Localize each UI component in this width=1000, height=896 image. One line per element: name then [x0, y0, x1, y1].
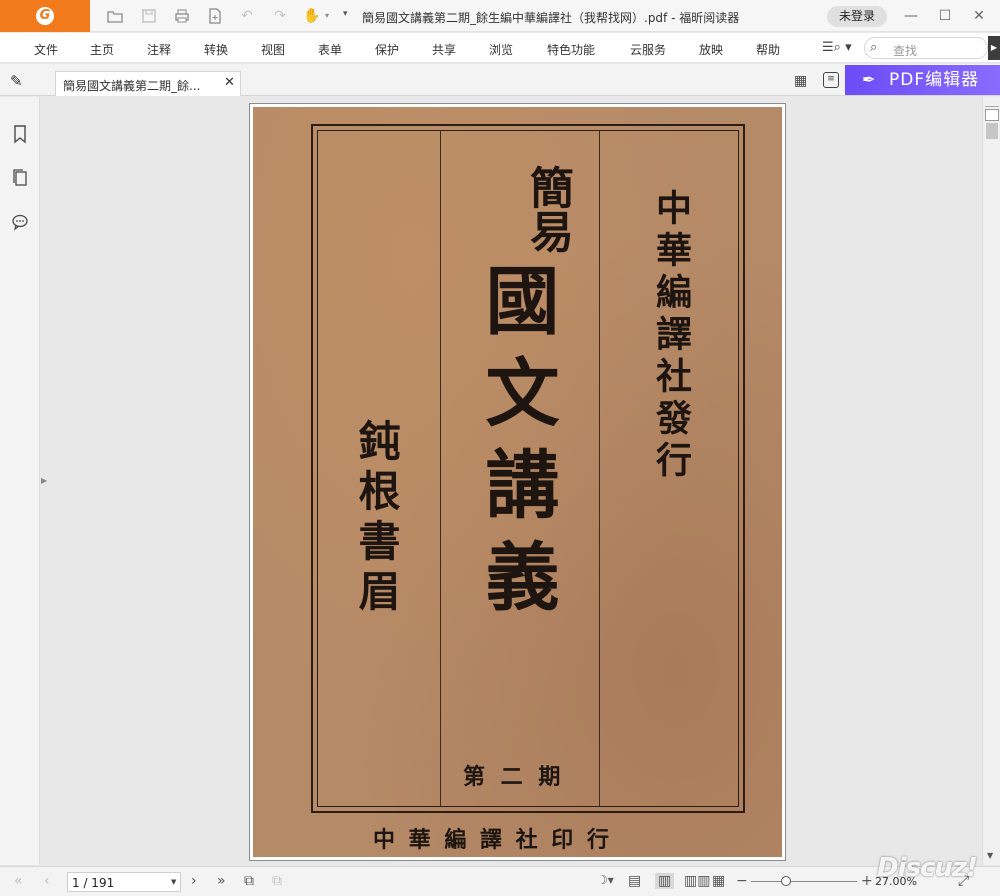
- cover-title-small: 簡易: [522, 165, 573, 253]
- bookmark-icon[interactable]: [10, 124, 30, 144]
- page-number-value: 1 / 191: [72, 876, 115, 890]
- discuz-watermark: Discuz!: [877, 853, 978, 883]
- list-view-icon[interactable]: ≡: [823, 72, 839, 88]
- cover-issue-number: 第 二 期: [463, 764, 565, 790]
- scroll-down-icon[interactable]: ▼: [987, 851, 993, 860]
- extract-page-icon[interactable]: ⧉: [272, 873, 282, 889]
- cover-author-vertical: 鈍根書眉: [352, 419, 401, 619]
- scrollbar-thumb[interactable]: [986, 123, 998, 139]
- menu-home[interactable]: 主页: [90, 41, 114, 58]
- app-logo[interactable]: G: [0, 0, 90, 32]
- search-placeholder: 查找: [893, 44, 918, 58]
- page-dropdown-icon[interactable]: ▼: [171, 878, 176, 886]
- title-bar: G ↶ ↷ ✋ ▾ ▾ 簡易國文講義第二期_餘生編中華編譯社（我帮找网）.pdf…: [0, 0, 1000, 32]
- zoom-slider-thumb[interactable]: [780, 876, 791, 886]
- pdf-page[interactable]: 簡易 國文講義 中華編譯社發行 鈍根書眉 第 二 期 中 華 編 譯 社 印 行: [249, 103, 786, 861]
- redo-icon[interactable]: ↷: [271, 7, 289, 25]
- folder-icon[interactable]: [106, 7, 124, 25]
- new-doc-icon[interactable]: [206, 7, 224, 25]
- continuous-facing-icon[interactable]: ▦: [712, 873, 725, 889]
- menu-comment[interactable]: 注释: [147, 41, 171, 58]
- reading-mode-icon[interactable]: ☽▾: [597, 873, 614, 887]
- scroll-top-edge: [985, 97, 999, 107]
- document-tab[interactable]: 簡易國文講義第二期_餘... ✕: [55, 71, 241, 96]
- grid-view-icon[interactable]: ▦: [794, 73, 807, 89]
- foxit-logo-icon: G: [36, 7, 54, 25]
- menu-help[interactable]: 帮助: [756, 41, 780, 58]
- login-button[interactable]: 未登录: [827, 6, 887, 27]
- cover-title-main: 國文講義: [473, 262, 559, 630]
- rotate-view-icon[interactable]: ⧉: [244, 873, 254, 889]
- hand-dropdown-icon[interactable]: ▾: [318, 7, 336, 25]
- cover-column-rule-right: [599, 131, 600, 806]
- close-window-icon[interactable]: ✕: [969, 6, 989, 26]
- left-sidebar: [0, 97, 40, 865]
- document-tab-label: 簡易國文講義第二期_餘...: [63, 79, 201, 93]
- first-page-icon[interactable]: «: [14, 873, 23, 889]
- pdf-editor-button[interactable]: ✒ PDF编辑器: [845, 65, 1000, 95]
- menu-scroll-right-icon[interactable]: ▶: [988, 36, 1000, 60]
- quick-access-dropdown-icon[interactable]: ▾: [343, 9, 348, 19]
- menu-file[interactable]: 文件: [34, 41, 58, 58]
- print-icon[interactable]: [173, 7, 191, 25]
- search-icon: ⌕: [870, 40, 878, 55]
- menu-browse[interactable]: 浏览: [489, 41, 513, 58]
- cover-column-rule-left: [440, 131, 441, 806]
- pages-icon[interactable]: [10, 168, 30, 188]
- prev-page-icon[interactable]: ‹: [44, 873, 50, 889]
- vertical-scrollbar[interactable]: ▼: [982, 97, 1000, 865]
- continuous-page-icon[interactable]: ▥: [655, 873, 675, 889]
- last-page-icon[interactable]: »: [217, 873, 226, 889]
- menu-features[interactable]: 特色功能: [547, 41, 595, 58]
- menu-form[interactable]: 表单: [318, 41, 342, 58]
- find-icon[interactable]: ☰⌕ ▾: [822, 40, 852, 55]
- cover-publisher-vertical: 中華編譯社發行: [650, 189, 692, 483]
- zoom-slider-track[interactable]: [751, 881, 857, 882]
- book-cover-scan: 簡易 國文講義 中華編譯社發行 鈍根書眉 第 二 期 中 華 編 譯 社 印 行: [253, 107, 782, 857]
- facing-page-icon[interactable]: ▥▥: [684, 873, 710, 889]
- comment-icon[interactable]: [10, 212, 30, 232]
- minimize-icon[interactable]: —: [901, 6, 921, 26]
- zoom-out-icon[interactable]: −: [736, 873, 748, 889]
- maximize-icon[interactable]: ☐: [935, 6, 955, 26]
- pen-icon[interactable]: ✎: [10, 72, 23, 90]
- zoom-in-icon[interactable]: +: [861, 873, 873, 889]
- sidebar-expand-icon[interactable]: ▶: [41, 476, 47, 485]
- menu-protect[interactable]: 保护: [375, 41, 399, 58]
- single-page-icon[interactable]: ▤: [628, 873, 641, 889]
- undo-icon[interactable]: ↶: [238, 7, 256, 25]
- menu-convert[interactable]: 转换: [204, 41, 228, 58]
- pdf-editor-label: PDF编辑器: [889, 70, 980, 90]
- page-number-field[interactable]: 1 / 191 ▼: [67, 872, 181, 892]
- menu-share[interactable]: 共享: [432, 41, 456, 58]
- menu-slideshow[interactable]: 放映: [699, 41, 723, 58]
- pdf-editor-pen-icon: ✒: [862, 70, 876, 89]
- menu-view[interactable]: 视图: [261, 41, 285, 58]
- save-icon[interactable]: [140, 7, 158, 25]
- search-input[interactable]: ⌕ 查找: [864, 37, 988, 59]
- status-bar: « ‹ 1 / 191 ▼ › » ⧉ ⧉ ☽▾ ▤ ▥ ▥▥ ▦ − + 27…: [0, 866, 1000, 896]
- window-title: 簡易國文講義第二期_餘生編中華編譯社（我帮找网）.pdf - 福昕阅读器: [362, 11, 740, 25]
- cover-bottom-publisher: 中 華 編 譯 社 印 行: [373, 827, 612, 853]
- scroll-up-button[interactable]: [985, 109, 999, 121]
- close-tab-icon[interactable]: ✕: [224, 75, 235, 90]
- next-page-icon[interactable]: ›: [191, 873, 197, 889]
- foxit-reader-window: G ↶ ↷ ✋ ▾ ▾ 簡易國文講義第二期_餘生編中華編譯社（我帮找网）.pdf…: [0, 0, 1000, 896]
- menu-cloud[interactable]: 云服务: [630, 41, 666, 58]
